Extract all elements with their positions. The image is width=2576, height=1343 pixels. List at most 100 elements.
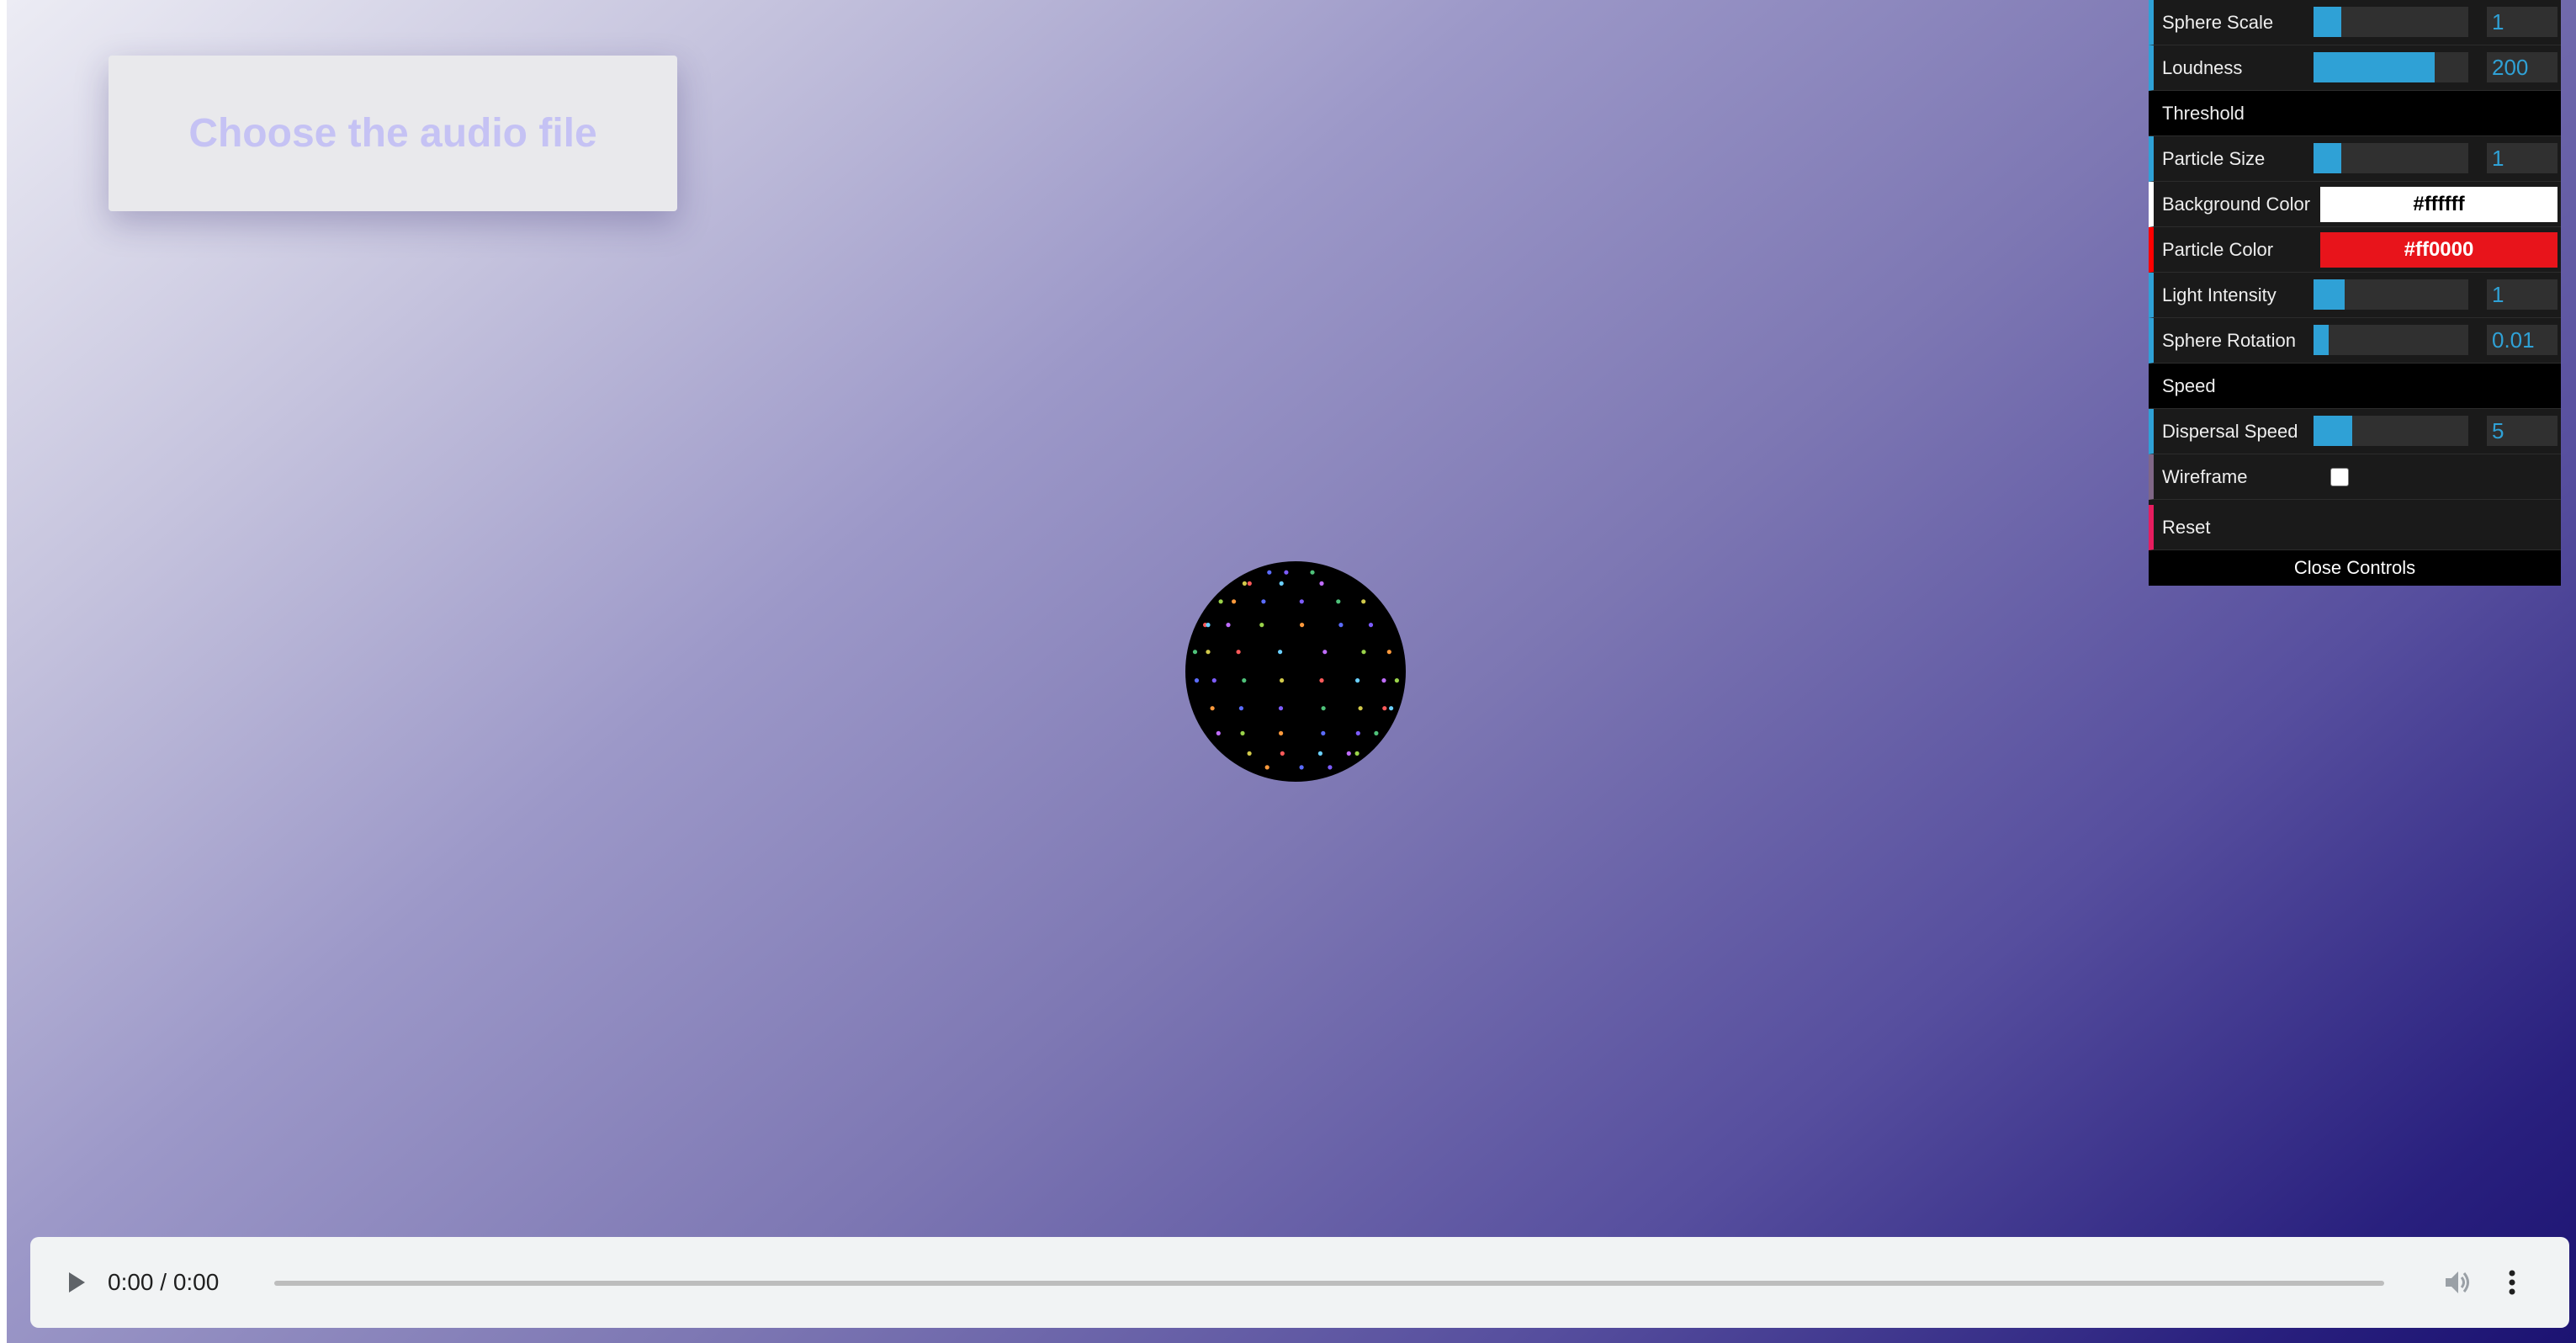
close-controls-button[interactable]: Close Controls — [2149, 550, 2561, 586]
loudness-control: Loudness 200 — [2149, 45, 2561, 91]
play-icon — [69, 1272, 85, 1293]
particle-dot — [1242, 678, 1247, 683]
particle-dot — [1259, 623, 1264, 628]
reset-button[interactable]: Reset — [2149, 505, 2561, 550]
particle-dot — [1310, 570, 1315, 575]
audio-progress-track[interactable] — [274, 1281, 2384, 1286]
wireframe-label: Wireframe — [2162, 465, 2248, 487]
particle-dot — [1299, 599, 1304, 604]
particle-dot — [1361, 599, 1366, 604]
particle-dot — [1368, 623, 1374, 628]
particle-dot — [1322, 650, 1328, 655]
particle-color-input[interactable]: #ff0000 — [2320, 232, 2557, 268]
choose-audio-file-label: Choose the audio file — [188, 111, 597, 156]
background-color-label: Background Color — [2162, 193, 2311, 215]
wireframe-checkbox[interactable] — [2330, 468, 2349, 486]
loudness-input[interactable]: 200 — [2487, 52, 2557, 82]
particle-dot — [1284, 570, 1289, 575]
particle-dot — [1299, 765, 1304, 770]
sphere-body — [1185, 561, 1406, 782]
particle-dot — [1216, 730, 1221, 735]
sphere-rotation-control: Sphere Rotation 0.01 — [2149, 318, 2561, 364]
particle-dot — [1354, 751, 1360, 756]
choose-audio-file-button[interactable]: Choose the audio file — [109, 56, 677, 211]
particle-size-input[interactable]: 1 — [2487, 143, 2557, 173]
particle-dot — [1218, 599, 1223, 604]
particle-dot — [1211, 678, 1216, 683]
dispersal-speed-input[interactable]: 5 — [2487, 416, 2557, 446]
particle-dot — [1240, 730, 1245, 735]
particle-dot — [1236, 650, 1241, 655]
audio-controls: 0:00 / 0:00 — [47, 1257, 2552, 1308]
slider-fill — [2314, 52, 2435, 82]
light-intensity-input[interactable]: 1 — [2487, 279, 2557, 310]
particle-dot — [1264, 765, 1269, 770]
particle-dot — [1206, 623, 1211, 628]
loudness-label: Loudness — [2162, 56, 2243, 78]
particle-dot — [1194, 678, 1200, 683]
dispersal-speed-label: Dispersal Speed — [2162, 420, 2298, 442]
more-options-button[interactable] — [2497, 1266, 2527, 1299]
dispersal-speed-slider[interactable] — [2314, 416, 2468, 446]
particle-dot — [1381, 678, 1386, 683]
particle-dot — [1242, 581, 1247, 586]
particle-dot — [1238, 706, 1243, 711]
light-intensity-control: Light Intensity 1 — [2149, 273, 2561, 318]
particle-dot — [1389, 706, 1394, 711]
sphere-scale-control: Sphere Scale 1 — [2149, 0, 2561, 45]
particle-dot — [1382, 706, 1387, 711]
particle-dot — [1358, 706, 1363, 711]
particle-dot — [1261, 599, 1266, 604]
particle-dot — [1355, 730, 1360, 735]
loudness-slider[interactable] — [2314, 52, 2468, 82]
particle-dot — [1361, 650, 1366, 655]
particle-dot — [1321, 730, 1326, 735]
particle-dot — [1247, 751, 1252, 756]
particle-dot — [1319, 581, 1324, 586]
slider-fill — [2314, 143, 2342, 173]
sphere-rotation-slider[interactable] — [2314, 325, 2468, 355]
particle-sphere-graphic — [1185, 561, 1406, 782]
particle-dot — [1300, 623, 1305, 628]
particle-dot — [1192, 650, 1198, 655]
volume-button[interactable] — [2440, 1266, 2477, 1299]
sphere-rotation-input[interactable]: 0.01 — [2487, 325, 2557, 355]
particle-dot — [1338, 623, 1344, 628]
particle-dot — [1280, 751, 1285, 756]
particle-color-label: Particle Color — [2162, 238, 2274, 260]
particle-dot — [1267, 570, 1272, 575]
controls-panel: Sphere Scale 1 Loudness 200 Threshold Pa… — [2149, 0, 2561, 586]
reset-label: Reset — [2162, 516, 2211, 538]
particle-size-slider[interactable] — [2314, 143, 2468, 173]
particle-dot — [1210, 706, 1215, 711]
sphere-scale-label: Sphere Scale — [2162, 11, 2274, 33]
particle-dot — [1232, 599, 1237, 604]
visualizer-canvas[interactable]: Choose the audio file Sphere Scale 1 Lou… — [7, 0, 2576, 1343]
wireframe-control: Wireframe — [2149, 454, 2561, 500]
slider-fill — [2314, 325, 2330, 355]
threshold-folder-title[interactable]: Threshold — [2149, 91, 2561, 136]
particle-dot — [1278, 650, 1283, 655]
particle-sphere — [1185, 560, 1407, 783]
particle-size-control: Particle Size 1 — [2149, 136, 2561, 182]
particle-dot — [1280, 678, 1285, 683]
particle-dot — [1321, 706, 1326, 711]
light-intensity-slider[interactable] — [2314, 279, 2468, 310]
particle-dot — [1394, 678, 1399, 683]
play-button[interactable] — [47, 1257, 106, 1308]
particle-dot — [1374, 730, 1379, 735]
light-intensity-label: Light Intensity — [2162, 284, 2277, 305]
slider-fill — [2314, 7, 2342, 37]
particle-size-label: Particle Size — [2162, 147, 2266, 169]
particle-dot — [1317, 751, 1322, 756]
audio-time: 0:00 / 0:00 — [108, 1269, 220, 1295]
particle-dot — [1336, 599, 1341, 604]
speed-folder-title[interactable]: Speed — [2149, 364, 2561, 409]
background-color-input[interactable]: #ffffff — [2320, 187, 2557, 222]
particle-dot — [1279, 581, 1284, 586]
sphere-scale-slider[interactable] — [2314, 7, 2468, 37]
particle-dot — [1279, 730, 1284, 735]
sphere-scale-input[interactable]: 1 — [2487, 7, 2557, 37]
particle-dot — [1355, 678, 1360, 683]
volume-icon — [2446, 1271, 2469, 1293]
